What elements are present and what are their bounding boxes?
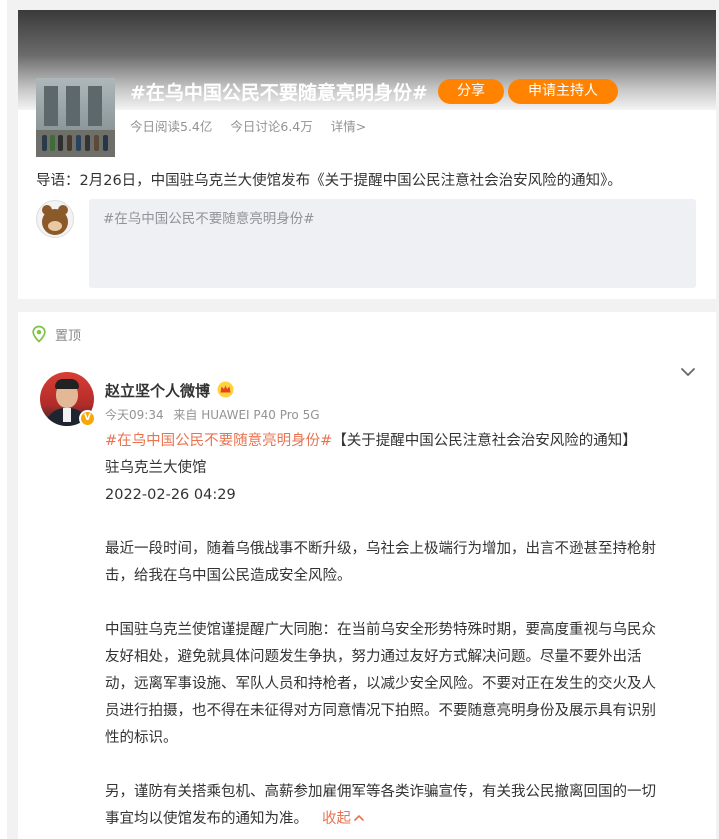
post-body: #在乌中国公民不要随意亮明身份#【关于提醒中国公民注意社会治安风险的通知】 驻乌… [105, 428, 695, 833]
verified-badge-icon: V [79, 410, 96, 427]
author-name[interactable]: 赵立坚个人微博 [105, 380, 210, 401]
details-link[interactable]: 详情> [331, 119, 366, 134]
collapse-label: 收起 [322, 811, 351, 827]
post-headline: 【关于提醒中国公民注意社会治安风险的通知】 [332, 433, 637, 449]
apply-host-button[interactable]: 申请主持人 [508, 79, 618, 104]
pinned-label: 置顶 [55, 329, 82, 344]
paragraph-line: 员进行拍摄，也不得在未征得对方同意情况下拍照。不要随意亮明身份及展示具有识别 [105, 703, 656, 719]
paragraph-line: 事宜均以使馆发布的通知为准。 [105, 811, 308, 827]
paragraph-line: 中国驻乌克兰使馆谨提醒广大同胞：在当前乌安全形势特殊时期，要高度重视与乌民众 [105, 622, 656, 638]
topic-card: #在乌中国公民不要随意亮明身份# 分享 申请主持人 今日阅读5.4亿 今日讨论6… [18, 10, 716, 299]
left-column-strip [0, 0, 7, 839]
compose-input[interactable]: #在乌中国公民不要随意亮明身份# [89, 199, 696, 288]
topic-stats: 今日阅读5.4亿 今日讨论6.4万 详情> [130, 116, 380, 135]
paragraph-line: 另，谨防有关搭乘包机、高薪参加雇佣军等各类诈骗宣传，有关我公民撤离回国的一切 [105, 784, 656, 800]
reads-count: 今日阅读5.4亿 [130, 119, 213, 134]
hashtag-link[interactable]: #在乌中国公民不要随意亮明身份# [105, 433, 332, 449]
paragraph-line: 击，给我在乌中国公民造成安全风险。 [105, 568, 352, 584]
chevron-down-icon[interactable] [678, 362, 698, 382]
pin-icon [32, 325, 46, 343]
topic-title: #在乌中国公民不要随意亮明身份# [130, 82, 428, 104]
post-meta: 今天09:34 来自 HUAWEI P40 Pro 5G [105, 406, 326, 423]
current-user-avatar[interactable] [36, 200, 74, 238]
paragraph-line: 友好相处，避免就具体问题发生争执，努力通过友好方式解决问题。尽量不要外出活 [105, 649, 642, 665]
chevron-up-icon [354, 815, 364, 821]
discussions-count: 今日讨论6.4万 [230, 119, 313, 134]
paragraph-line: 最近一段时间，随着乌俄战事不断升级，乌社会上极端行为增加，出言不逊甚至持枪射 [105, 541, 656, 557]
collapse-link[interactable]: 收起 [322, 811, 365, 827]
topic-cover-image[interactable] [36, 78, 115, 157]
post-issuer: 驻乌克兰大使馆 [105, 460, 207, 476]
topic-intro: 导语：2月26日，中国驻乌克兰大使馆发布《关于提醒中国公民注意社会治安风险的通知… [36, 173, 622, 189]
post-time[interactable]: 今天09:34 [105, 408, 164, 422]
paragraph-line: 动，远离军事设施、军队人员和持枪者，以减少安全风险。不要对正在发生的交火及人 [105, 676, 656, 692]
post-date: 2022-02-26 04:29 [105, 487, 236, 503]
paragraph-line: 性的标识。 [105, 730, 178, 746]
post-source: 来自 HUAWEI P40 Pro 5G [173, 408, 320, 422]
crown-icon [217, 381, 234, 398]
share-button[interactable]: 分享 [438, 79, 504, 104]
post-card: 置顶 V 赵立坚个人微博 今天09:34 来自 HUAWEI P40 Pro 5… [18, 312, 716, 839]
